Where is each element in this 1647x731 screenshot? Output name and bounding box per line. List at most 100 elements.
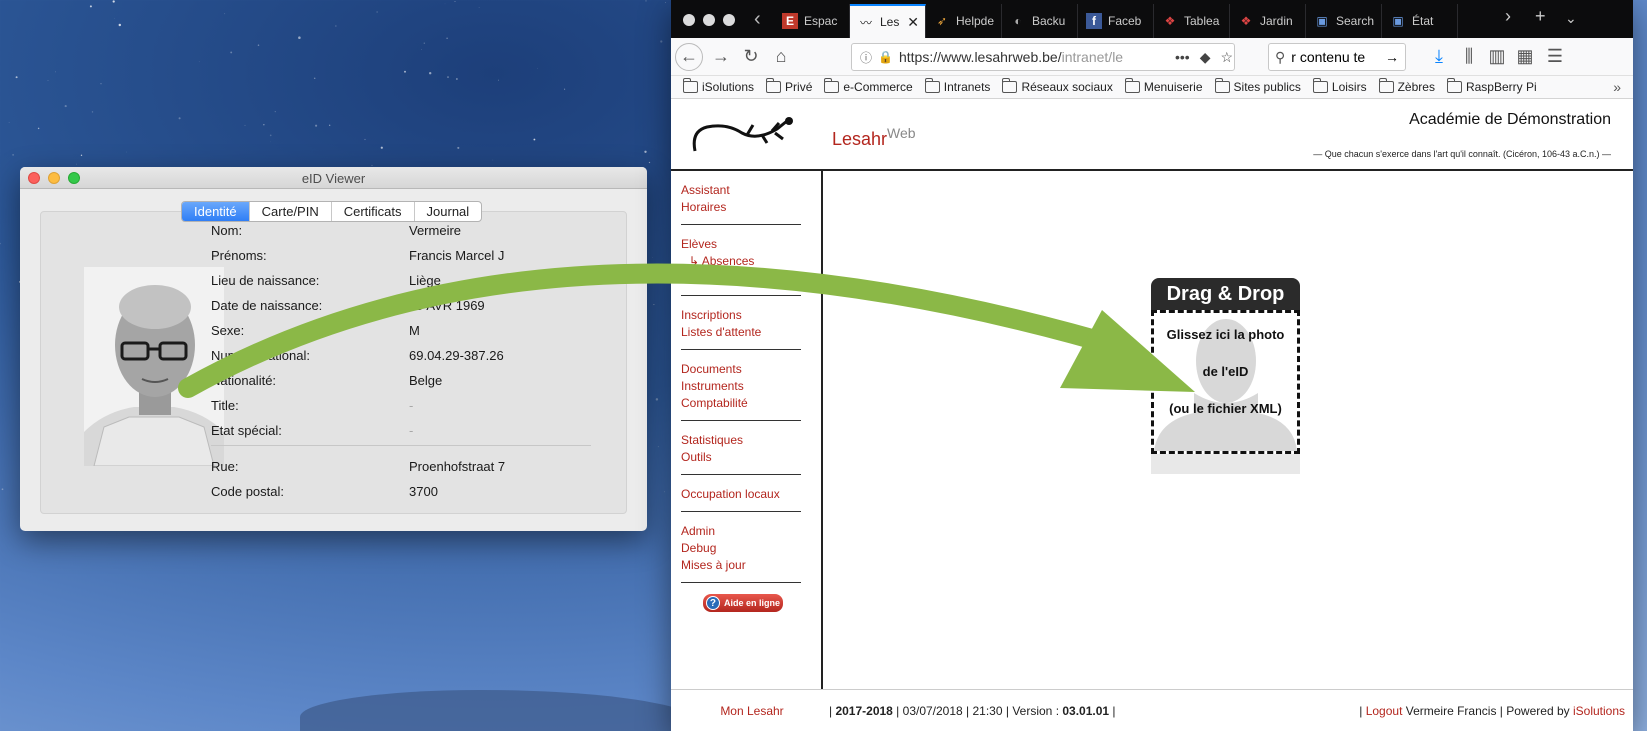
field-value[interactable]: Belge: [409, 373, 611, 388]
tab-carte-pin[interactable]: Carte/PIN: [250, 202, 332, 221]
search-input[interactable]: r contenu te: [1291, 49, 1365, 65]
star: [533, 138, 536, 141]
browser-tab[interactable]: E Espac: [774, 4, 850, 38]
field-value[interactable]: Vermeire: [409, 223, 611, 238]
info-icon[interactable]: ⓘ: [860, 49, 872, 66]
nav-outils[interactable]: Outils: [681, 449, 821, 466]
id-photo[interactable]: [84, 267, 224, 466]
bookmark-folder[interactable]: Loisirs: [1312, 78, 1367, 94]
pocket-icon[interactable]: ◆: [1200, 49, 1211, 66]
folder-icon: [766, 78, 782, 93]
field-rue: Rue: Proenhofstraat 7: [211, 454, 611, 479]
tab-journal[interactable]: Journal: [415, 202, 482, 221]
drag-drop-zone[interactable]: Drag & Drop Glissez ici la photo de l'eI…: [1151, 278, 1300, 474]
home-icon[interactable]: ⌂: [767, 43, 795, 71]
bookmark-folder[interactable]: Zèbres: [1378, 78, 1435, 94]
nav-mises-a-jour[interactable]: Mises à jour: [681, 557, 821, 574]
close-window-button[interactable]: [683, 14, 695, 26]
reload-icon[interactable]: ↻: [737, 43, 765, 71]
browser-tab[interactable]: ❖ Tablea: [1154, 4, 1230, 38]
tabs-scroll-right-icon[interactable]: ›: [1505, 6, 1511, 27]
nav-inscriptions[interactable]: Inscriptions: [681, 307, 821, 324]
star: [457, 146, 460, 149]
lock-icon[interactable]: 🔒: [878, 50, 893, 64]
star: [404, 70, 406, 73]
lizard-logo-icon[interactable]: [687, 111, 797, 156]
bookmark-folder[interactable]: Réseaux sociaux: [1002, 78, 1113, 94]
bookmarks-bar: iSolutions Privé e-Commerce Intranets Ré…: [671, 76, 1633, 99]
extensions-icon[interactable]: ▦: [1511, 43, 1539, 71]
new-tab-icon[interactable]: +: [1535, 6, 1546, 27]
vendor-link[interactable]: iSolutions: [1573, 704, 1625, 718]
field-value[interactable]: 29 AVR 1969: [409, 298, 611, 313]
nav-assistant[interactable]: Assistant: [681, 182, 821, 199]
browser-tab[interactable]: ◐ Backu: [1002, 4, 1078, 38]
dnd-drop-target[interactable]: Glissez ici la photo de l'eID (ou le fic…: [1151, 310, 1300, 454]
minimize-window-button[interactable]: [703, 14, 715, 26]
close-tab-icon[interactable]: ✕: [907, 14, 919, 31]
tab-list-chevron-icon[interactable]: ⌄: [1565, 10, 1577, 27]
nav-occupation-locaux[interactable]: Occupation locaux: [681, 486, 821, 503]
help-online-button[interactable]: ? Aide en ligne: [703, 594, 783, 612]
back-icon[interactable]: ←: [675, 42, 703, 71]
nav-horaires[interactable]: Horaires: [681, 199, 821, 216]
star: [37, 127, 40, 130]
star: [653, 304, 655, 306]
bookmark-folder[interactable]: Sites publics: [1214, 78, 1301, 94]
nav-admin[interactable]: Admin: [681, 523, 821, 540]
browser-tab[interactable]: ❖ Jardin: [1230, 4, 1306, 38]
logout-link[interactable]: Logout: [1366, 704, 1403, 718]
browser-tab[interactable]: ▣ Search: [1306, 4, 1382, 38]
nav-listes-attente[interactable]: Listes d'attente: [681, 324, 821, 341]
field-value[interactable]: Francis Marcel J: [409, 248, 611, 263]
bookmark-folder[interactable]: Intranets: [924, 78, 990, 94]
nav-eleves[interactable]: Elèves: [681, 236, 821, 253]
field-value[interactable]: M: [409, 323, 611, 338]
star: [564, 88, 566, 90]
page-actions-icon[interactable]: •••: [1175, 49, 1190, 65]
tab-certificats[interactable]: Certificats: [332, 202, 415, 221]
site-logo-text[interactable]: LesahrWeb: [832, 125, 916, 150]
bookmark-folder[interactable]: Privé: [766, 78, 812, 94]
academy-name: Académie de Démonstration: [1409, 111, 1611, 128]
library-icon[interactable]: ⫼: [1455, 43, 1483, 71]
nav-statistiques[interactable]: Statistiques: [681, 432, 821, 449]
tab-identite[interactable]: Identité: [182, 202, 250, 221]
field-value[interactable]: Proenhofstraat 7: [409, 459, 611, 474]
field-value[interactable]: 69.04.29-387.26: [409, 348, 611, 363]
field-value[interactable]: Liège: [409, 273, 611, 288]
nav-professeurs[interactable]: Professeurs: [681, 270, 821, 287]
nav-comptabilite[interactable]: Comptabilité: [681, 395, 821, 412]
nav-absences[interactable]: ↳ Absences: [681, 253, 821, 270]
tabs-scroll-left-icon[interactable]: ‹: [754, 8, 761, 31]
bookmark-folder[interactable]: RaspBerry Pi: [1446, 78, 1537, 94]
search-bar[interactable]: ⚲ r contenu te →: [1268, 43, 1406, 71]
browser-tab[interactable]: f Faceb: [1078, 4, 1154, 38]
browser-tab[interactable]: ▣ État: [1382, 4, 1458, 38]
nav-instruments[interactable]: Instruments: [681, 378, 821, 395]
download-icon[interactable]: ⤓: [1425, 43, 1453, 71]
sidebar-icon[interactable]: ▥: [1483, 43, 1511, 71]
mon-lesahr-link[interactable]: Mon Lesahr: [671, 704, 823, 718]
url-bar[interactable]: ⓘ 🔒 https://www.lesahrweb.be/intranet/le…: [851, 43, 1235, 71]
eid-titlebar[interactable]: eID Viewer: [20, 167, 647, 189]
nav-debug[interactable]: Debug: [681, 540, 821, 557]
browser-tab-active[interactable]: 〰 Les ✕: [850, 4, 926, 38]
browser-tab[interactable]: ➶ Helpde: [926, 4, 1002, 38]
bookmarks-overflow-icon[interactable]: »: [1613, 79, 1621, 95]
bookmark-star-icon[interactable]: ☆: [1220, 49, 1233, 66]
search-go-icon[interactable]: →: [1385, 49, 1399, 65]
footer-time: 21:30: [972, 703, 1003, 718]
menu-icon[interactable]: ☰: [1541, 43, 1569, 71]
site-header: LesahrWeb Académie de Démonstration — Qu…: [671, 99, 1633, 171]
url-text[interactable]: https://www.lesahrweb.be/intranet/le: [899, 49, 1169, 65]
bookmark-folder[interactable]: e-Commerce: [824, 78, 913, 94]
field-value[interactable]: 3700: [409, 484, 611, 499]
tab-strip: ‹ E Espac 〰 Les ✕ ➶ Helpde ◐ Backu f Faceb ❖ Ta…: [671, 0, 1633, 38]
nav-documents[interactable]: Documents: [681, 361, 821, 378]
forward-icon[interactable]: →: [707, 43, 735, 71]
bookmark-folder[interactable]: iSolutions: [683, 78, 754, 94]
nav-divider: [681, 582, 801, 583]
zoom-window-button[interactable]: [723, 14, 735, 26]
bookmark-folder[interactable]: Menuiserie: [1124, 78, 1203, 94]
